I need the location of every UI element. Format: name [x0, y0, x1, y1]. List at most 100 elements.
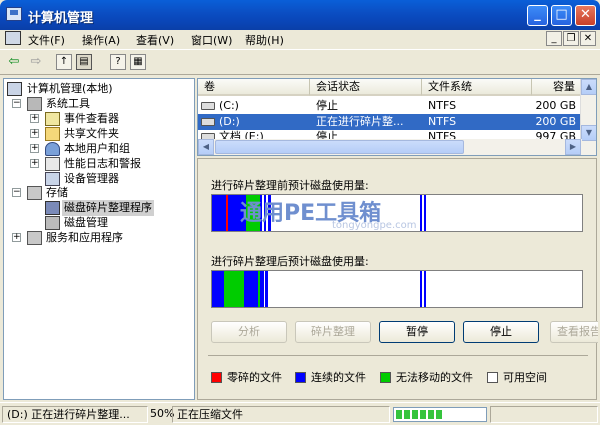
column-header-filesystem[interactable]: 文件系统 — [422, 79, 532, 96]
tools-icon — [27, 97, 42, 111]
menu-file[interactable]: 文件(F) — [28, 32, 65, 48]
scroll-down-icon[interactable]: ▼ — [581, 125, 596, 141]
computer-management-icon — [6, 7, 22, 21]
tree-label: 磁盘管理 — [64, 216, 108, 229]
progress-block — [420, 410, 426, 419]
drive-icon — [201, 118, 215, 126]
column-header-volume[interactable]: 卷 — [198, 79, 310, 96]
help-icon[interactable]: ? — [110, 54, 126, 70]
window-title: 计算机管理 — [28, 11, 94, 26]
cell-volume: (D:) — [219, 115, 240, 128]
progress-block — [412, 410, 418, 419]
status-message: (D:) 正在进行碎片整理... — [2, 406, 148, 423]
tree-label: 服务和应用程序 — [46, 231, 123, 244]
toolbar: ⇦ ⇨ ↑ ▤ ? ▦ — [0, 49, 600, 75]
legend-unmovable: 无法移动的文件 — [380, 371, 473, 385]
status-empty — [490, 406, 598, 423]
tree-label: 存储 — [46, 186, 68, 199]
legend-label: 可用空间 — [503, 371, 547, 384]
maximize-button[interactable]: □ — [551, 5, 572, 26]
scroll-right-icon[interactable]: ▶ — [565, 139, 581, 155]
defrag-button[interactable]: 碎片整理 — [295, 321, 371, 343]
legend-swatch — [487, 371, 498, 383]
console-tree: 计算机管理(本地) − 系统工具 + 事件查看器 + 共享文件夹 + 本地用户和… — [3, 78, 195, 400]
mdi-close-button[interactable]: ✕ — [580, 31, 596, 46]
performance-icon — [45, 157, 60, 171]
drive-icon — [201, 102, 215, 110]
disk-management-icon — [45, 216, 60, 230]
menu-view[interactable]: 查看(V) — [136, 32, 174, 48]
table-row[interactable]: (D:) 正在进行碎片整... NTFS 200 GB — [198, 114, 580, 130]
tree-label: 性能日志和警报 — [64, 157, 141, 170]
expand-icon[interactable]: + — [30, 159, 39, 168]
column-header-capacity[interactable]: 容量 — [532, 79, 582, 96]
expand-icon[interactable]: + — [30, 129, 39, 138]
expand-icon[interactable]: + — [12, 233, 21, 242]
view-report-button[interactable]: 查看报告 — [550, 321, 598, 343]
defrag-icon — [45, 201, 60, 215]
menu-bar: 文件(F) 操作(A) 查看(V) 窗口(W) 帮助(H) _ ❐ ✕ — [0, 30, 600, 48]
legend-divider — [208, 355, 588, 356]
mdi-minimize-button[interactable]: _ — [546, 31, 562, 46]
vertical-scrollbar[interactable]: ▲ ▼ — [580, 79, 596, 155]
status-action: 正在压缩文件 — [172, 406, 390, 423]
legend-label: 零碎的文件 — [227, 371, 282, 384]
expand-icon[interactable]: + — [30, 114, 39, 123]
menu-action[interactable]: 操作(A) — [82, 32, 120, 48]
close-button[interactable]: ✕ — [575, 5, 596, 26]
cell-volume: (C:) — [219, 99, 239, 112]
collapse-icon[interactable]: − — [12, 188, 21, 197]
users-icon — [45, 142, 60, 156]
cell-status: 停止 — [316, 99, 338, 112]
minimize-button[interactable]: _ — [527, 5, 548, 26]
properties-icon[interactable]: ▦ — [130, 54, 146, 70]
defrag-progress-bar — [393, 407, 487, 422]
mdi-restore-button[interactable]: ❐ — [563, 31, 579, 46]
cell-filesystem: NTFS — [428, 99, 457, 112]
device-manager-icon — [45, 172, 60, 186]
column-header-status[interactable]: 会话状态 — [310, 79, 422, 96]
before-label: 进行碎片整理前预计磁盘使用量: — [211, 179, 369, 192]
console-icon[interactable] — [5, 31, 21, 45]
title-bar[interactable]: 计算机管理 _ □ ✕ — [0, 0, 600, 30]
legend-swatch — [211, 371, 222, 383]
cell-status: 正在进行碎片整... — [316, 115, 404, 128]
before-usage-bar: 通用PE工具箱 tongyongpe.com — [211, 194, 583, 232]
computer-icon — [7, 82, 22, 96]
up-folder-icon[interactable]: ↑ — [56, 54, 72, 70]
expand-icon[interactable]: + — [30, 144, 39, 153]
legend-swatch — [380, 371, 391, 383]
status-percent: 50% — [150, 407, 175, 420]
tree-label: 计算机管理(本地) — [27, 82, 113, 95]
tree-label: 磁盘碎片整理程序 — [62, 200, 154, 216]
scroll-left-icon[interactable]: ◀ — [198, 139, 214, 155]
back-arrow-icon[interactable]: ⇦ — [6, 54, 22, 70]
after-usage-bar — [211, 270, 583, 308]
show-hide-tree-icon[interactable]: ▤ — [76, 54, 92, 70]
services-icon — [27, 231, 42, 245]
table-row[interactable]: (C:) 停止 NTFS 200 GB — [198, 98, 580, 114]
menu-window[interactable]: 窗口(W) — [191, 32, 232, 48]
menu-help[interactable]: 帮助(H) — [245, 32, 284, 48]
volume-list: 卷 会话状态 文件系统 容量 (C:) 停止 NTFS 200 GB (D:) … — [197, 78, 597, 156]
legend-swatch — [295, 371, 306, 383]
tree-label: 事件查看器 — [64, 112, 119, 125]
progress-block — [404, 410, 410, 419]
scroll-up-icon[interactable]: ▲ — [581, 79, 596, 95]
tree-label: 共享文件夹 — [64, 127, 119, 140]
collapse-icon[interactable]: − — [12, 99, 21, 108]
legend-free: 可用空间 — [487, 371, 547, 385]
tree-label: 设备管理器 — [64, 172, 119, 185]
analyze-button[interactable]: 分析 — [211, 321, 287, 343]
legend-label: 无法移动的文件 — [396, 371, 473, 384]
event-viewer-icon — [45, 112, 60, 126]
scroll-thumb[interactable] — [215, 140, 464, 154]
tree-label: 系统工具 — [46, 97, 90, 110]
progress-block — [396, 410, 402, 419]
watermark-url: tongyongpe.com — [332, 220, 417, 231]
pause-button[interactable]: 暂停 — [379, 321, 455, 343]
forward-arrow-icon[interactable]: ⇨ — [28, 54, 44, 70]
horizontal-scrollbar[interactable]: ◀ ▶ — [198, 139, 582, 155]
tree-label: 本地用户和组 — [64, 142, 130, 155]
stop-button[interactable]: 停止 — [463, 321, 539, 343]
